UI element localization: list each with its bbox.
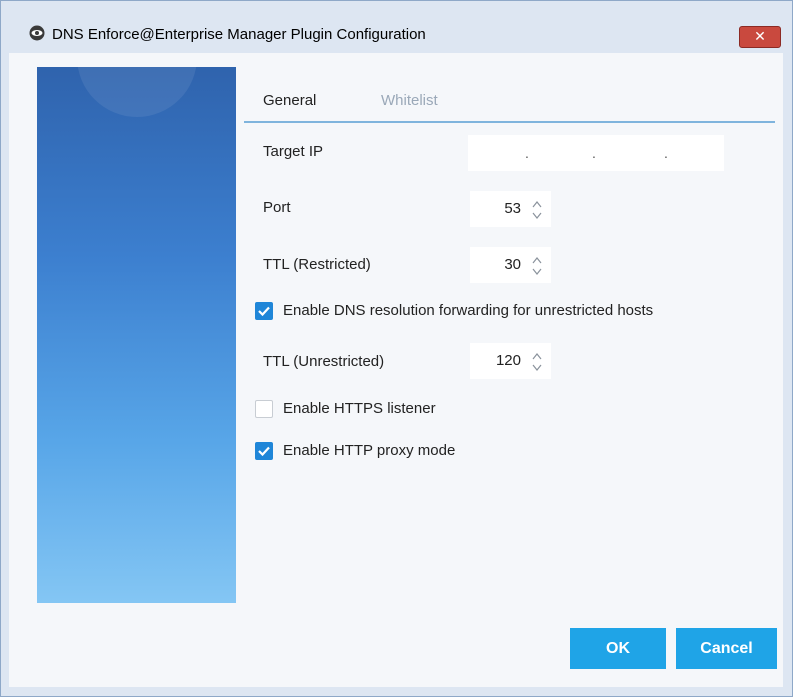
dns-forwarding-checkbox[interactable] xyxy=(255,302,273,320)
ttl-restricted-value: 30 xyxy=(504,256,521,273)
ip-separator: . xyxy=(525,145,529,161)
ok-button[interactable]: OK xyxy=(570,628,666,669)
spinner-arrows-icon[interactable] xyxy=(531,199,543,221)
http-proxy-checkbox[interactable] xyxy=(255,442,273,460)
window-frame-right xyxy=(783,53,792,696)
spinner-arrows-icon[interactable] xyxy=(531,255,543,277)
ttl-unrestricted-value: 120 xyxy=(495,352,521,369)
checkmark-icon xyxy=(258,306,270,317)
port-label: Port xyxy=(263,199,291,216)
cancel-button[interactable]: Cancel xyxy=(676,628,777,669)
window-frame-left xyxy=(1,53,9,696)
https-listener-label[interactable]: Enable HTTPS listener xyxy=(283,400,436,417)
ttl-restricted-spinner[interactable]: 30 xyxy=(470,247,551,283)
checkmark-icon xyxy=(258,446,270,457)
target-ip-label: Target IP xyxy=(263,143,324,160)
tab-underline xyxy=(244,121,775,123)
ip-separator: . xyxy=(592,145,596,161)
http-proxy-label[interactable]: Enable HTTP proxy mode xyxy=(283,442,455,459)
window-title: DNS Enforce@Enterprise Manager Plugin Co… xyxy=(52,26,426,43)
tab-whitelist[interactable]: Whitelist xyxy=(381,92,438,109)
banner-decoration xyxy=(77,67,197,117)
dns-forwarding-label[interactable]: Enable DNS resolution forwarding for unr… xyxy=(283,302,653,319)
ttl-restricted-label: TTL (Restricted) xyxy=(263,256,371,273)
title-bar[interactable]: DNS Enforce@Enterprise Manager Plugin Co… xyxy=(1,1,792,53)
port-value: 53 xyxy=(504,200,521,217)
tab-general[interactable]: General xyxy=(263,92,316,109)
close-button[interactable]: ✕ xyxy=(739,26,781,48)
ip-separator: . xyxy=(664,145,668,161)
close-icon: ✕ xyxy=(754,28,766,44)
ttl-unrestricted-spinner[interactable]: 120 xyxy=(470,343,551,379)
ttl-unrestricted-label: TTL (Unrestricted) xyxy=(263,353,385,370)
window-frame-bottom xyxy=(1,687,792,696)
eye-icon xyxy=(29,25,45,41)
target-ip-input[interactable]: . . . xyxy=(468,135,724,171)
port-spinner[interactable]: 53 xyxy=(470,191,551,227)
spinner-arrows-icon[interactable] xyxy=(531,351,543,373)
sidebar-banner xyxy=(37,67,236,603)
https-listener-checkbox[interactable] xyxy=(255,400,273,418)
